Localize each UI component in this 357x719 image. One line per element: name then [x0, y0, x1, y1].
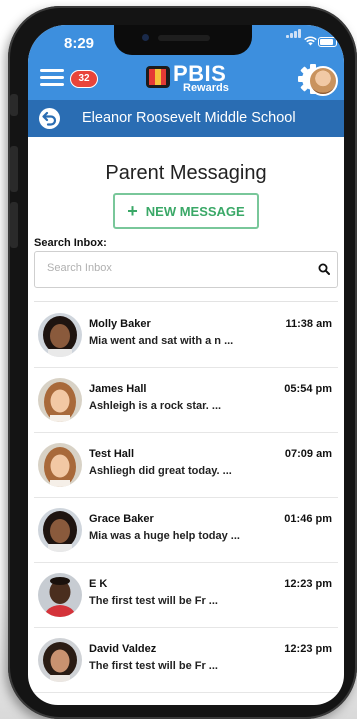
- status-time: 8:29: [64, 35, 95, 52]
- settings-gear-icon[interactable]: [296, 62, 338, 96]
- message-sender: James Hall: [89, 383, 147, 395]
- back-arrow-icon[interactable]: [39, 108, 60, 129]
- message-sender: Test Hall: [89, 448, 135, 460]
- divider: [34, 301, 338, 302]
- new-message-button[interactable]: + NEW MESSAGE: [113, 193, 259, 229]
- message-sender: Grace Baker: [89, 513, 154, 525]
- message-row[interactable]: E K The first test will be Fr ... 12:23 …: [34, 563, 338, 628]
- message-preview: The first test will be Fr ...: [89, 595, 218, 607]
- status-icons: [286, 29, 338, 49]
- message-time: 12:23 pm: [284, 578, 332, 590]
- logo-subtext: Rewards: [183, 82, 229, 94]
- camera-icon: [142, 34, 149, 41]
- pbis-rewards-logo: PBIS Rewards: [146, 63, 230, 94]
- message-preview: The first test will be Fr ...: [89, 660, 218, 672]
- avatar: [38, 573, 82, 617]
- mute-switch: [10, 94, 18, 116]
- notification-badge[interactable]: 32: [70, 70, 98, 88]
- avatar: [38, 508, 82, 552]
- plus-icon: +: [127, 201, 138, 221]
- page-title: Parent Messaging: [105, 162, 267, 184]
- message-row[interactable]: Grace Baker Mia was a huge help today ..…: [34, 498, 338, 563]
- message-time: 07:09 am: [284, 448, 332, 460]
- message-sender: David Valdez: [89, 643, 157, 655]
- message-time: 01:46 pm: [284, 513, 332, 525]
- battery-icon: [318, 37, 337, 47]
- message-row[interactable]: Molly Baker Mia went and sat with a n ..…: [34, 303, 338, 368]
- school-bar: Eleanor Roosevelt Middle School: [28, 100, 344, 137]
- message-time: 05:54 pm: [284, 383, 332, 395]
- user-avatar[interactable]: [308, 66, 338, 96]
- message-sender: E K: [89, 578, 108, 590]
- avatar: [38, 378, 82, 422]
- avatar: [38, 443, 82, 487]
- hamburger-menu-icon[interactable]: [40, 69, 64, 87]
- volume-up-button: [10, 146, 18, 192]
- new-message-label: NEW MESSAGE: [145, 203, 245, 219]
- speaker-grille: [158, 35, 210, 41]
- search-input[interactable]: [45, 261, 309, 275]
- message-row[interactable]: James Hall Ashleigh is a rock star. ... …: [34, 368, 338, 433]
- search-box: [34, 251, 338, 288]
- message-time: 12:23 pm: [284, 643, 332, 655]
- message-preview: Ashliegh did great today. ...: [89, 465, 232, 477]
- search-icon[interactable]: [318, 263, 330, 275]
- message-preview: Mia went and sat with a n ...: [89, 335, 234, 347]
- message-row[interactable]: Test Hall Ashliegh did great today. ... …: [34, 433, 338, 498]
- school-name: Eleanor Roosevelt Middle School: [82, 110, 296, 126]
- volume-down-button: [10, 202, 18, 248]
- phone-notch: [114, 25, 252, 55]
- message-preview: Mia was a huge help today ...: [89, 530, 240, 542]
- avatar: [38, 313, 82, 357]
- wifi-icon: [304, 36, 317, 49]
- message-time: 11:38 am: [285, 318, 332, 330]
- message-sender: Molly Baker: [89, 318, 151, 330]
- app-screen: 8:29 32 PBIS Rewards Eleanor Roosevelt M…: [28, 25, 344, 705]
- message-preview: Ashleigh is a rock star. ...: [89, 400, 222, 412]
- avatar: [38, 638, 82, 682]
- search-label: Search Inbox:: [34, 237, 107, 249]
- message-row[interactable]: David Valdez The first test will be Fr .…: [34, 628, 338, 693]
- logo-mark-icon: [146, 66, 170, 88]
- app-header: 8:29 32 PBIS Rewards: [28, 25, 344, 100]
